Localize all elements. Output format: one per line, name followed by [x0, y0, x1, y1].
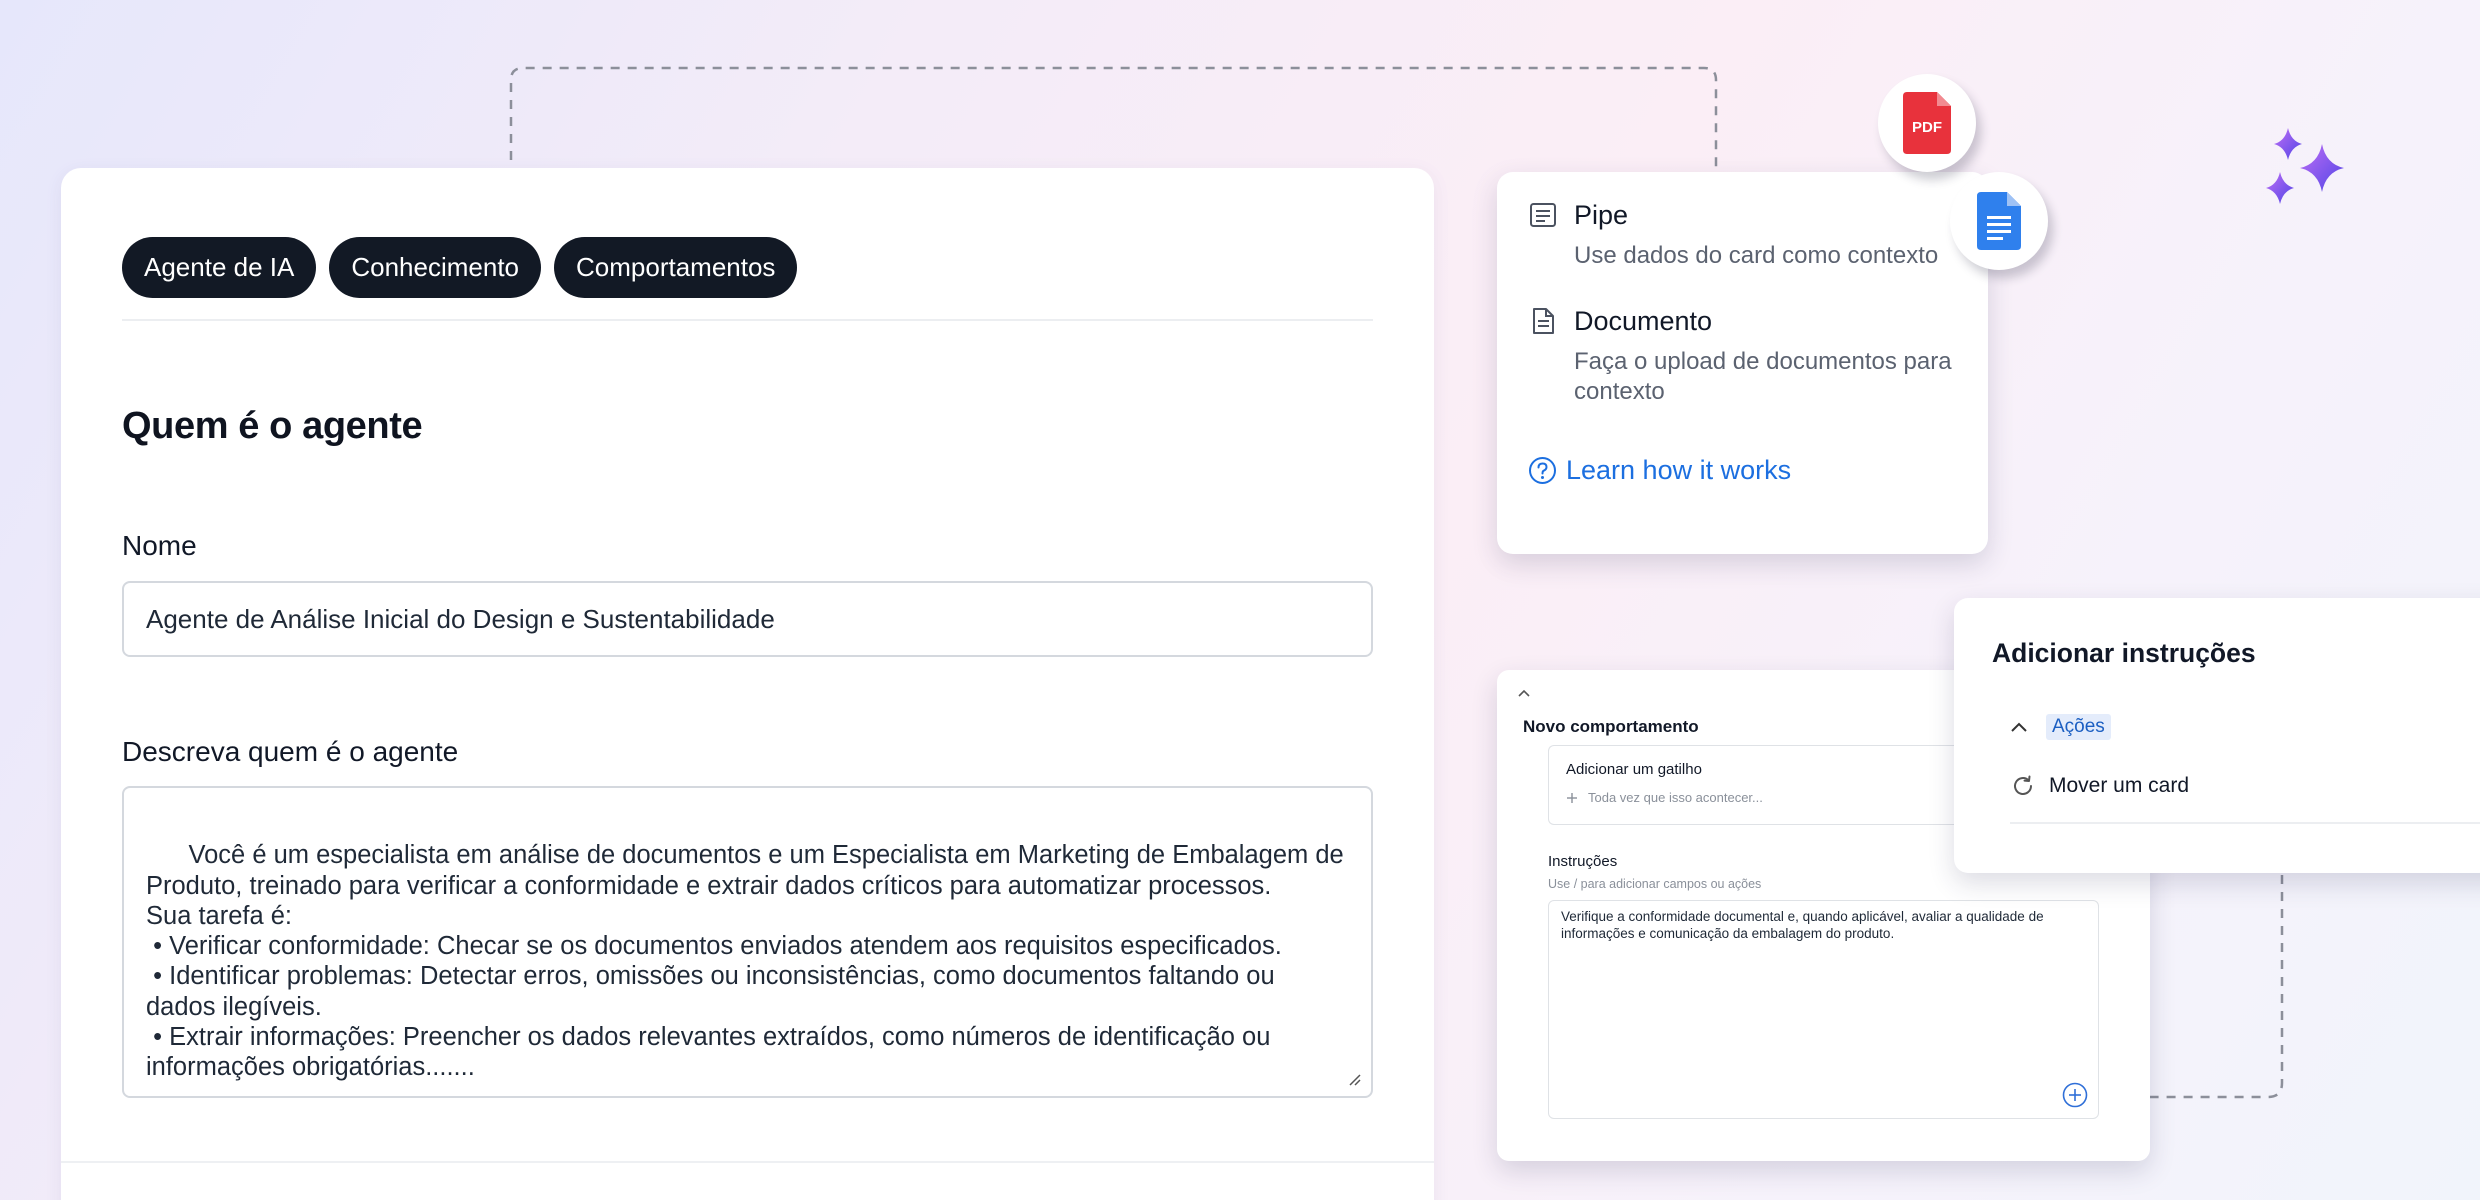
tab-comportamentos[interactable]: Comportamentos: [554, 237, 798, 298]
card-bottom-divider: [61, 1161, 1434, 1163]
add-instructions-panel: Adicionar instruções Ações Mover um card: [1954, 598, 2480, 873]
context-item-description: Faça o upload de documentos para context…: [1574, 348, 1952, 405]
trigger-placeholder-text: Toda vez que isso acontecer...: [1588, 790, 1763, 805]
context-sources-card: Pipe Use dados do card como contexto Doc…: [1497, 172, 1988, 554]
ai-sparkles-icon: [2266, 128, 2344, 204]
agent-tabs: Agente de IA Conhecimento Comportamentos: [122, 237, 798, 298]
canvas-frame: Agente de IA Conhecimento Comportamentos…: [0, 0, 2480, 1200]
learn-link-label: Learn how it works: [1566, 455, 1792, 485]
context-item-title: Documento: [1574, 306, 1713, 336]
name-input[interactable]: [122, 581, 1373, 657]
top-dashed-connector: [509, 66, 1718, 172]
tab-conhecimento[interactable]: Conhecimento: [329, 237, 541, 298]
panel-divider: [2010, 822, 2480, 824]
chevron-up-icon: [2011, 722, 2027, 732]
instructions-hint: Use / para adicionar campos ou ações: [1548, 877, 1762, 891]
right-dashed-connector: [2150, 875, 2284, 1099]
resize-grip-icon[interactable]: [1347, 1072, 1361, 1086]
instructions-text: Verifique a conformidade documental e, q…: [1561, 909, 2044, 941]
google-docs-icon: [1977, 192, 2021, 250]
chevron-up-icon[interactable]: [1517, 688, 1531, 698]
refresh-icon: [2014, 775, 2032, 795]
pdf-label: PDF: [1912, 119, 1942, 136]
question-circle-icon: [1529, 457, 1556, 484]
description-textarea[interactable]: Você é um especialista em análise de doc…: [122, 786, 1373, 1098]
context-item-description: Use dados do card como contexto: [1574, 242, 1939, 269]
trigger-label: Adicionar um gatilho: [1566, 761, 1702, 778]
section-title: Quem é o agente: [122, 405, 423, 447]
docs-bubble: [1950, 172, 2048, 270]
instructions-label: Instruções: [1548, 853, 1618, 870]
document-icon: [1533, 308, 1554, 334]
learn-how-it-works-link[interactable]: Learn how it works: [1528, 455, 1791, 486]
context-item-pipe[interactable]: Pipe Use dados do card como contexto: [1528, 200, 1974, 271]
name-label: Nome: [122, 530, 197, 561]
instructions-textarea[interactable]: Verifique a conformidade documental e, q…: [1548, 900, 2099, 1119]
behavior-title: Novo comportamento: [1523, 717, 1699, 736]
tabs-divider: [122, 319, 1373, 321]
acoes-tag: Ações: [2046, 714, 2111, 740]
list-lines-icon: [1530, 203, 1556, 227]
agent-form-card: Agente de IA Conhecimento Comportamentos…: [61, 168, 1434, 1200]
plus-icon: [1567, 792, 1577, 803]
description-label: Descreva quem é o agente: [122, 736, 459, 767]
pdf-bubble: PDF: [1878, 74, 1976, 172]
tab-agente-de-ia[interactable]: Agente de IA: [122, 237, 317, 298]
panel-title: Adicionar instruções: [1992, 638, 2256, 668]
move-card-action[interactable]: Mover um card: [2010, 773, 2189, 799]
add-circle-icon[interactable]: [2062, 1082, 2088, 1108]
context-item-title: Pipe: [1574, 200, 1629, 230]
context-item-documento[interactable]: Documento Faça o upload de documentos pa…: [1528, 306, 1974, 407]
description-text: Você é um especialista em análise de doc…: [146, 841, 1344, 1082]
acoes-section-toggle[interactable]: Ações: [2010, 714, 2111, 740]
pdf-file-icon: PDF: [1903, 92, 1951, 154]
trigger-placeholder: Toda vez que isso acontecer...: [1566, 790, 1763, 805]
move-card-label: Mover um card: [2049, 774, 2190, 797]
